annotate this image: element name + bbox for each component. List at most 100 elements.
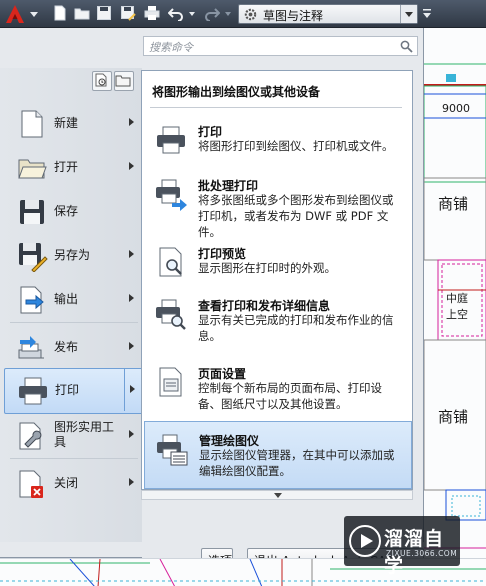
submenu-title: 将图形输出到绘图仪或其他设备 [152, 85, 321, 99]
qsave-button[interactable] [96, 5, 112, 21]
submenu-scroll-down[interactable] [141, 490, 413, 500]
submenu-arrow-icon [129, 118, 134, 126]
menu-item-save[interactable]: 保存 [4, 190, 142, 232]
qopen-button[interactable] [74, 5, 90, 21]
customize-quick-access-button[interactable] [420, 4, 434, 24]
submenu-arrow-icon [129, 250, 134, 258]
submenu-arrow-icon [129, 162, 134, 170]
submenu-divider [150, 107, 402, 108]
watermark: 溜溜自学 ZIXUE.3066.COM [344, 516, 460, 577]
menu-item-close[interactable]: 关闭 [4, 462, 142, 504]
workspace-label: 草图与注释 [263, 9, 324, 23]
undo-button[interactable] [168, 5, 184, 21]
gear-icon [243, 7, 258, 22]
menu-divider [10, 458, 138, 459]
menu-item-publish[interactable]: 发布 [4, 326, 142, 368]
menu-item-new[interactable]: 新建 [4, 102, 142, 144]
submenu-item-desc: 控制每个新布局的页面布局、打印设备、图纸尺寸以及其他设置。 [198, 381, 382, 411]
new-file-icon [16, 108, 48, 140]
menu-item-label: 图形实用工具 [54, 420, 115, 449]
plot-preview-icon [154, 245, 188, 279]
submenu-item-plot-details[interactable]: 查看打印和发布详细信息 显示有关已完成的打印和发布作业的信息。 [144, 293, 410, 349]
search-icon [400, 40, 413, 53]
open-documents-button[interactable] [114, 71, 134, 91]
manage-plotters-icon [155, 432, 189, 466]
wrench-icon [16, 420, 48, 452]
save-as-icon [121, 6, 136, 21]
undo-icon [168, 8, 183, 21]
play-logo-icon [348, 524, 382, 558]
chevron-down-icon [423, 9, 431, 18]
menu-item-label: 关闭 [54, 475, 79, 490]
qprint-button[interactable] [144, 5, 160, 21]
autocad-logo-icon [6, 5, 24, 23]
page-setup-icon [154, 365, 188, 399]
open-documents-icon [115, 75, 131, 87]
menu-item-print[interactable]: 打印 [4, 368, 144, 414]
menu-item-label: 输出 [54, 291, 79, 306]
submenu-item-desc: 将多张图纸或多个图形发布到绘图仪或打印机，或者发布为 DWF 或 PDF 文件。 [198, 193, 394, 239]
submenu-item-manage-plotters[interactable]: 管理绘图仪 显示绘图仪管理器，在其中可以添加或编辑绘图仪配置。 [144, 421, 412, 489]
save-as-icon [16, 240, 48, 272]
recent-documents-button[interactable] [92, 71, 112, 91]
qsaveas-button[interactable] [120, 5, 136, 21]
open-icon [74, 8, 90, 20]
drawing-canvas[interactable]: 9000 商铺 中庭 上空 商铺 [424, 28, 486, 558]
qnew-button[interactable] [52, 5, 68, 21]
save-icon [97, 6, 111, 20]
menu-left-column: 新建 打开 保存 另存为 输出 发布 打印 图形实用工具 关闭 [0, 68, 144, 542]
menu-item-label: 打开 [54, 159, 79, 174]
room-label: 商铺 [438, 408, 469, 426]
menu-item-drawing-utilities[interactable]: 图形实用工具 [4, 414, 142, 456]
menu-item-open[interactable]: 打开 [4, 146, 142, 188]
submenu-item-desc: 将图形打印到绘图仪、打印机或文件。 [198, 139, 394, 153]
dimension-text: 9000 [442, 102, 470, 115]
quick-access-toolbar: 草图与注释 [0, 0, 486, 28]
export-icon [16, 284, 48, 316]
application-button[interactable] [4, 3, 26, 25]
search-placeholder: 搜索命令 [149, 41, 193, 54]
menu-divider [10, 322, 138, 323]
workspace-switcher[interactable]: 草图与注释 [238, 4, 418, 24]
room-label: 中庭 [446, 292, 468, 305]
submenu-item-desc: 显示图形在打印时的外观。 [198, 261, 336, 275]
submenu-item-plot[interactable]: 打印 将图形打印到绘图仪、打印机或文件。 [144, 119, 410, 165]
workspace-dropdown-button[interactable] [400, 5, 417, 23]
app-menu-arrow-icon[interactable] [30, 10, 38, 18]
menu-item-label: 保存 [54, 203, 79, 218]
menu-item-label: 新建 [54, 115, 79, 130]
open-folder-icon [16, 152, 48, 184]
save-icon [16, 196, 48, 228]
submenu-arrow-icon [129, 342, 134, 350]
submenu-item-plot-preview[interactable]: 打印预览 显示图形在打印时的外观。 [144, 241, 410, 287]
chevron-down-icon [274, 493, 282, 498]
redo-icon [205, 8, 220, 21]
room-label: 上空 [446, 308, 468, 321]
submenu-item-batch-plot[interactable]: 批处理打印 将多张图纸或多个图形发布到绘图仪或打印机，或者发布为 DWF 或 P… [144, 173, 410, 239]
room-label: 商铺 [438, 195, 469, 213]
redo-button[interactable] [204, 5, 220, 21]
submenu-arrow-icon [130, 385, 135, 393]
menu-item-export[interactable]: 输出 [4, 278, 142, 320]
submenu-item-page-setup[interactable]: 页面设置 控制每个新布局的页面布局、打印设备、图纸尺寸以及其他设置。 [144, 361, 410, 417]
menu-item-label: 打印 [55, 382, 80, 397]
print-submenu: 将图形输出到绘图仪或其他设备 打印 将图形打印到绘图仪、打印机或文件。 批处理打… [141, 70, 413, 490]
search-commands-input[interactable]: 搜索命令 [143, 36, 418, 56]
submenu-item-desc: 显示绘图仪管理器，在其中可以添加或编辑绘图仪配置。 [199, 448, 395, 478]
new-icon [54, 5, 66, 21]
redo-dropdown-icon[interactable] [224, 5, 232, 21]
submenu-arrow-icon [129, 478, 134, 486]
submenu-arrow-icon [129, 430, 134, 438]
undo-dropdown-icon[interactable] [188, 5, 196, 21]
menu-item-label: 发布 [54, 339, 79, 354]
print-icon [17, 375, 49, 407]
menu-item-save-as[interactable]: 另存为 [4, 234, 142, 276]
close-file-icon [16, 468, 48, 500]
chevron-down-icon [405, 12, 413, 17]
publish-icon [16, 332, 48, 364]
batch-plot-icon [154, 177, 188, 211]
recent-documents-icon [95, 73, 107, 87]
submenu-arrow-icon [129, 294, 134, 302]
watermark-url: ZIXUE.3066.COM [386, 549, 458, 558]
print-icon [144, 6, 160, 20]
